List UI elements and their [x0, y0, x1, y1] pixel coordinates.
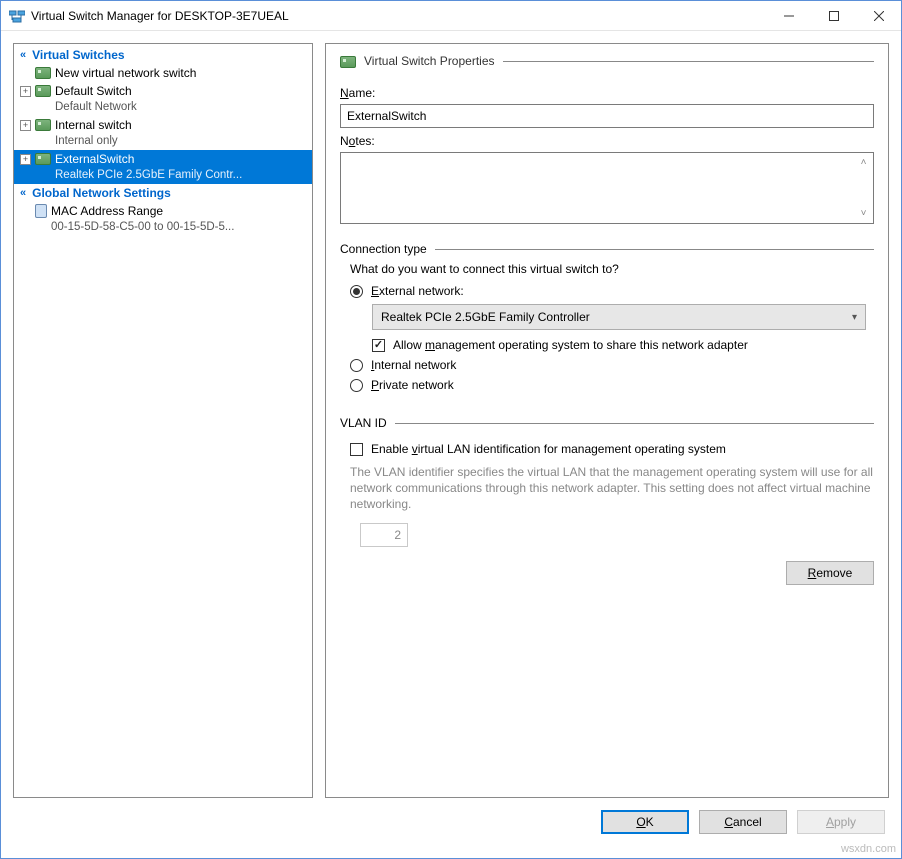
minimize-button[interactable] [766, 1, 811, 30]
apply-button[interactable]: Apply [797, 810, 885, 834]
item-label: New virtual network switch [55, 65, 196, 81]
checkbox-icon [372, 339, 385, 352]
checkbox-label: Enable virtual LAN identification for ma… [371, 442, 726, 456]
sidebar-item-new-switch[interactable]: New virtual network switch [14, 64, 312, 82]
vlan-description: The VLAN identifier specifies the virtua… [350, 464, 874, 513]
group-title: Global Network Settings [32, 186, 171, 200]
radio-label: Internal network [371, 358, 456, 372]
window-title: Virtual Switch Manager for DESKTOP-3E7UE… [31, 9, 766, 23]
titlebar: Virtual Switch Manager for DESKTOP-3E7UE… [1, 1, 901, 31]
group-title: Virtual Switches [32, 48, 124, 62]
group-header-virtual-switches[interactable]: « Virtual Switches [14, 46, 312, 64]
chevron-down-icon: ▾ [852, 312, 857, 323]
sidebar-item-mac-range[interactable]: MAC Address Range 00-15-5D-58-C5-00 to 0… [14, 202, 312, 236]
group-title: VLAN ID [340, 416, 387, 430]
item-sublabel: Internal only [55, 133, 132, 149]
expander-icon[interactable]: + [20, 154, 31, 165]
radio-internal-network[interactable]: Internal network [350, 358, 874, 372]
content-split: « Virtual Switches New virtual network s… [13, 43, 889, 798]
sidebar-item-default-switch[interactable]: + Default Switch Default Network [14, 82, 312, 116]
sidebar: « Virtual Switches New virtual network s… [13, 43, 313, 798]
ok-button[interactable]: OK [601, 810, 689, 834]
sidebar-item-internal-switch[interactable]: + Internal switch Internal only [14, 116, 312, 150]
dropdown-value: Realtek PCIe 2.5GbE Family Controller [381, 310, 590, 324]
connection-prompt: What do you want to connect this virtual… [350, 262, 874, 276]
item-label: ExternalSwitch [55, 151, 242, 167]
nic-icon [35, 119, 51, 131]
radio-icon [350, 379, 363, 392]
maximize-button[interactable] [811, 1, 856, 30]
panel-header: Virtual Switch Properties [340, 54, 874, 68]
app-icon [9, 8, 25, 24]
chevron-up-icon: « [20, 49, 26, 61]
nic-icon [340, 56, 356, 68]
cancel-button[interactable]: Cancel [699, 810, 787, 834]
scroll-up-icon[interactable]: ˄ [856, 155, 871, 170]
chevron-up-icon: « [20, 187, 26, 199]
connection-type-group: Connection type What do you want to conn… [340, 242, 874, 398]
item-label: Internal switch [55, 117, 132, 133]
divider [503, 61, 875, 62]
item-label: Default Switch [55, 83, 137, 99]
item-sublabel: Default Network [55, 99, 137, 115]
item-sublabel: Realtek PCIe 2.5GbE Family Contr... [55, 167, 242, 183]
item-sublabel: 00-15-5D-58-C5-00 to 00-15-5D-5... [51, 219, 234, 235]
expander-icon[interactable]: + [20, 86, 31, 97]
external-adapter-dropdown[interactable]: Realtek PCIe 2.5GbE Family Controller ▾ [372, 304, 866, 330]
dialog-footer: OK Cancel Apply [13, 798, 889, 846]
checkbox-label: Allow management operating system to sha… [393, 338, 748, 352]
properties-panel: Virtual Switch Properties Name: Notes: ˄… [325, 43, 889, 798]
nic-icon [35, 153, 51, 165]
notes-label: Notes: [340, 134, 874, 148]
mac-range-icon [35, 204, 47, 218]
panel-title: Virtual Switch Properties [364, 54, 495, 68]
scroll-down-icon[interactable]: ˅ [856, 206, 871, 221]
checkbox-enable-vlan[interactable]: Enable virtual LAN identification for ma… [350, 442, 874, 456]
radio-icon [350, 285, 363, 298]
tree: « Virtual Switches New virtual network s… [14, 44, 312, 238]
divider [435, 249, 874, 250]
divider [395, 423, 874, 424]
radio-private-network[interactable]: Private network [350, 378, 874, 392]
vlan-id-input[interactable] [360, 523, 408, 547]
close-button[interactable] [856, 1, 901, 30]
notes-input[interactable]: ˄ ˅ [340, 152, 874, 224]
expander-icon[interactable]: + [20, 120, 31, 131]
checkbox-icon [350, 443, 363, 456]
expander-placeholder [20, 68, 31, 79]
nic-icon [35, 67, 51, 79]
sidebar-item-external-switch[interactable]: + ExternalSwitch Realtek PCIe 2.5GbE Fam… [14, 150, 312, 184]
radio-label: External network: [371, 284, 464, 298]
vlan-group: VLAN ID Enable virtual LAN identificatio… [340, 416, 874, 547]
name-label: Name: [340, 86, 874, 100]
client-area: « Virtual Switches New virtual network s… [1, 31, 901, 858]
remove-button[interactable]: Remove [786, 561, 874, 585]
radio-external-network[interactable]: External network: [350, 284, 874, 298]
radio-icon [350, 359, 363, 372]
watermark: wsxdn.com [841, 843, 896, 855]
checkbox-allow-management-os[interactable]: Allow management operating system to sha… [372, 338, 874, 352]
nic-icon [35, 85, 51, 97]
group-title: Connection type [340, 242, 427, 256]
name-input[interactable] [340, 104, 874, 128]
expander-placeholder [20, 206, 31, 217]
radio-label: Private network [371, 378, 454, 392]
group-header-global-settings[interactable]: « Global Network Settings [14, 184, 312, 202]
item-label: MAC Address Range [51, 203, 234, 219]
window-frame: Virtual Switch Manager for DESKTOP-3E7UE… [0, 0, 902, 859]
